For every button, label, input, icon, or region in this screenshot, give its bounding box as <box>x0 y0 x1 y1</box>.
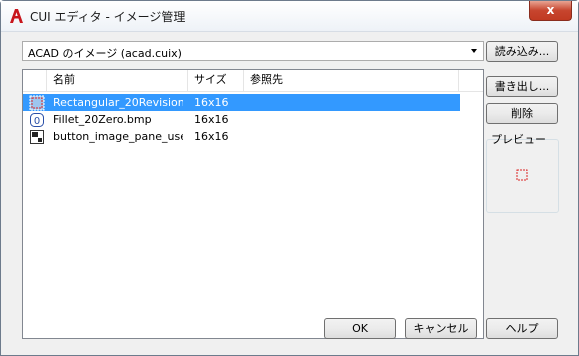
item-name: Rectangular_20Revision... <box>53 96 183 109</box>
item-name: Fillet_20Zero.bmp <box>53 113 152 126</box>
preview-panel <box>486 139 559 213</box>
image-list[interactable]: 名前 サイズ 参照先 Rectangular_20Revision... 16x… <box>22 69 484 339</box>
column-header-size[interactable]: サイズ <box>188 70 244 91</box>
rectangle-revision-cloud-icon <box>29 95 45 111</box>
item-size: 16x16 <box>194 130 229 143</box>
column-header-icon[interactable] <box>23 70 47 91</box>
image-source-value: ACAD のイメージ (acad.cuix) <box>28 47 182 60</box>
item-size: 16x16 <box>194 113 229 126</box>
list-item[interactable]: Rectangular_20Revision... 16x16 <box>23 94 460 111</box>
image-manager-dialog: CUI エディタ - イメージ管理 x ACAD のイメージ (acad.cui… <box>0 0 579 356</box>
title-bar[interactable]: CUI エディタ - イメージ管理 x <box>1 1 578 32</box>
rectangle-revision-cloud-icon <box>516 169 528 181</box>
column-header-name[interactable]: 名前 <box>47 70 188 91</box>
cancel-button[interactable]: キャンセル <box>405 318 477 339</box>
image-source-dropdown[interactable]: ACAD のイメージ (acad.cuix) <box>22 41 484 61</box>
close-icon: x <box>546 3 555 17</box>
help-button[interactable]: ヘルプ <box>486 318 558 339</box>
list-item[interactable]: 0 Fillet_20Zero.bmp 16x16 <box>23 111 460 128</box>
export-button[interactable]: 書き出し... <box>486 76 558 97</box>
list-header: 名前 サイズ 参照先 <box>23 70 483 92</box>
list-item[interactable]: button_image_pane_use_... 16x16 <box>23 128 460 145</box>
item-name: button_image_pane_use_... <box>53 130 183 143</box>
item-size: 16x16 <box>194 96 229 109</box>
button-pane-icon <box>30 130 44 144</box>
ok-button[interactable]: OK <box>324 318 396 339</box>
preview-label: プレビュー <box>491 133 546 146</box>
close-button[interactable]: x <box>529 1 572 21</box>
dialog-body: ACAD のイメージ (acad.cuix) 名前 サイズ 参照先 Rectan… <box>9 32 570 348</box>
chevron-down-icon <box>471 49 477 53</box>
autocad-app-icon <box>10 9 23 23</box>
delete-button[interactable]: 削除 <box>486 103 558 124</box>
svg-text:0: 0 <box>34 116 40 127</box>
import-button[interactable]: 読み込み... <box>486 41 558 62</box>
fillet-zero-icon: 0 <box>30 113 44 127</box>
column-header-reference[interactable]: 参照先 <box>244 70 459 91</box>
window-title: CUI エディタ - イメージ管理 <box>30 10 186 24</box>
